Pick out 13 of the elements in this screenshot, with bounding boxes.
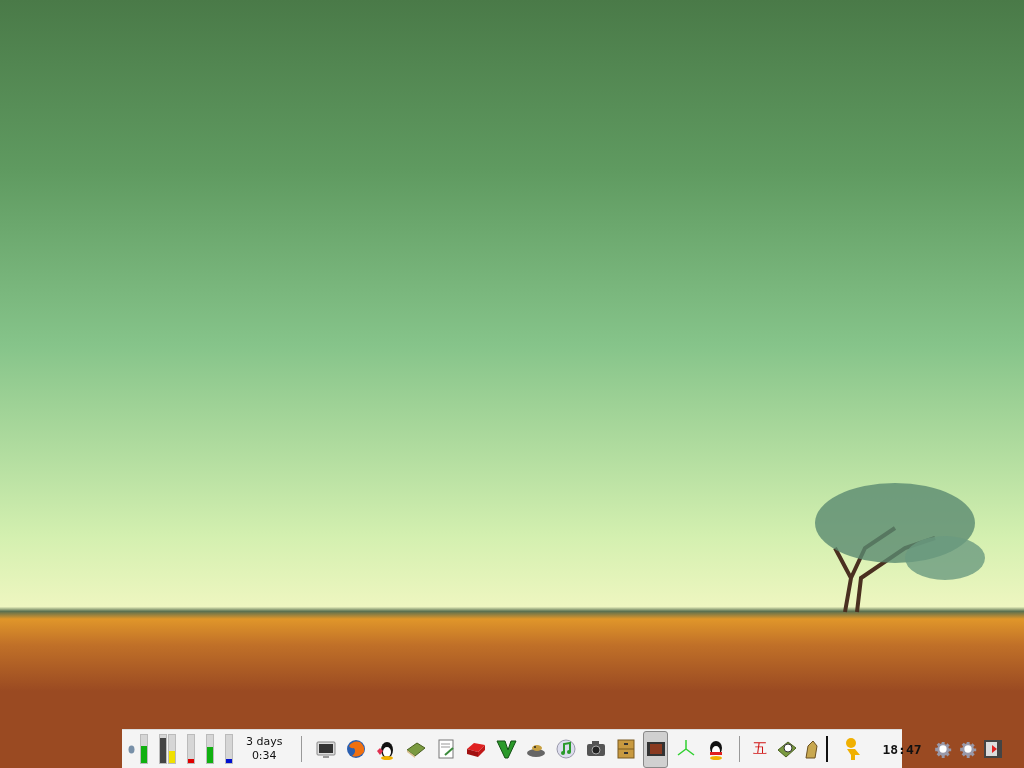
clock[interactable]: 18:47 xyxy=(882,741,922,757)
dot-icon xyxy=(128,744,135,754)
input-method-indicator[interactable]: 五 xyxy=(753,740,768,758)
uptime-days: 3 days xyxy=(246,735,283,749)
music-disc-icon[interactable] xyxy=(554,738,577,760)
globe-icon[interactable] xyxy=(344,738,367,760)
monitor-icon[interactable] xyxy=(314,738,337,760)
settings-icon[interactable] xyxy=(957,739,978,759)
settings-icon[interactable] xyxy=(932,739,953,759)
uptime-time: 0:34 xyxy=(251,749,277,763)
v-letter-icon[interactable] xyxy=(494,738,517,760)
exit-icon[interactable] xyxy=(982,739,1003,759)
cabinet-icon[interactable] xyxy=(614,738,637,760)
